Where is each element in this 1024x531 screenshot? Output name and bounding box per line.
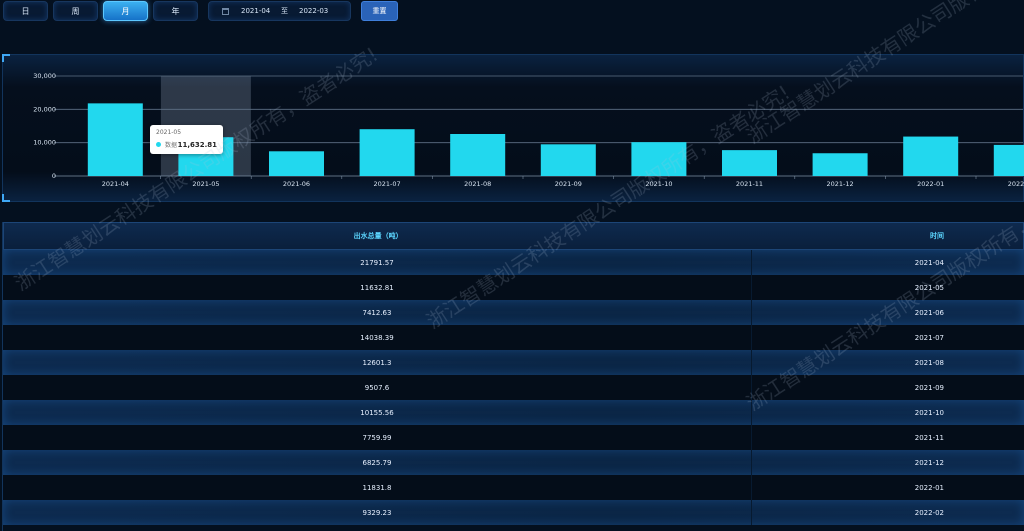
cell-time: 2021-06 <box>914 308 944 317</box>
table-row[interactable]: 11632.81 2021-05 <box>3 275 1024 300</box>
x-tick-label: 2021-05 <box>192 180 219 188</box>
header-time[interactable]: 时间 <box>752 231 1023 241</box>
chart-tooltip: 2021-05 数据 11,632.81 <box>150 125 223 154</box>
period-day-button[interactable]: 日 <box>3 1 48 21</box>
tooltip-series-name: 数据 <box>165 142 178 149</box>
x-tick-label: 2021-12 <box>827 180 854 188</box>
period-year-button[interactable]: 年 <box>153 1 198 21</box>
cell-water-total: 7412.63 <box>3 300 752 325</box>
y-tick-label: 20,000 <box>33 105 56 113</box>
data-table: 出水总量（吨） 时间 21791.57 2021-04 11632.81 2021-0… <box>2 222 1024 531</box>
tooltip-value: 11,632.81 <box>177 140 217 149</box>
reset-button[interactable]: 重置 <box>361 1 398 21</box>
series-marker-icon <box>156 142 161 147</box>
table-row[interactable]: 11831.8 2022-01 <box>3 475 1024 500</box>
filter-toolbar: 日 周 月 年 2021-04 至 2022-03 重置 <box>3 1 398 21</box>
x-tick-label: 2022-02 <box>1008 180 1024 188</box>
table-body: 21791.57 2021-04 11632.81 2021-05 7412.63 202… <box>3 250 1024 525</box>
x-tick-label: 2021-04 <box>102 180 129 188</box>
cell-water-total: 21791.57 <box>3 250 752 275</box>
period-month-button[interactable]: 月 <box>103 1 148 21</box>
table-row[interactable]: 14038.39 2021-07 <box>3 325 1024 350</box>
chart-bar <box>450 133 506 176</box>
chart-bar <box>993 144 1024 176</box>
tooltip-title: 2021-05 <box>156 129 182 136</box>
x-tick-label: 2021-10 <box>645 180 672 188</box>
y-tick-label: 30,000 <box>33 72 56 80</box>
cell-time: 2022-02 <box>914 508 944 517</box>
chart-bar <box>903 136 959 176</box>
cell-water-total: 7759.99 <box>3 425 752 450</box>
cell-time: 2021-12 <box>914 458 944 467</box>
cell-water-total: 12601.3 <box>3 350 752 375</box>
date-end-value[interactable]: 2022-03 <box>299 7 328 15</box>
table-row[interactable]: 10155.56 2021-10 <box>3 400 1024 425</box>
table-row[interactable]: 7412.63 2021-06 <box>3 300 1024 325</box>
chart-bar <box>812 153 868 176</box>
cell-water-total: 9329.23 <box>3 500 752 525</box>
x-tick-label: 2021-06 <box>283 180 310 188</box>
table-row[interactable]: 21791.57 2021-04 <box>3 250 1024 275</box>
x-tick-label: 2022-01 <box>917 180 944 188</box>
cell-time: 2021-09 <box>914 383 944 392</box>
y-tick-label: 0 <box>52 172 56 180</box>
cell-time: 2021-05 <box>914 283 944 292</box>
x-tick-label: 2021-09 <box>555 180 582 188</box>
cell-water-total: 9507.6 <box>3 375 752 400</box>
cell-time: 2021-04 <box>914 258 944 267</box>
cell-water-total: 11831.8 <box>3 475 752 500</box>
chart-bar <box>722 150 777 176</box>
cell-water-total: 10155.56 <box>3 400 752 425</box>
chart-bar <box>540 144 596 176</box>
chart-bar <box>631 142 687 176</box>
date-range-picker[interactable]: 2021-04 至 2022-03 <box>208 1 351 21</box>
x-tick-label: 2021-11 <box>736 180 763 188</box>
chart-bar <box>359 129 415 176</box>
y-tick-label: 10,000 <box>33 139 56 147</box>
date-range-separator: 至 <box>281 7 288 15</box>
cell-time: 2021-10 <box>914 408 944 417</box>
calendar-icon <box>222 7 229 15</box>
table-row[interactable]: 12601.3 2021-08 <box>3 350 1024 375</box>
cell-water-total: 6825.79 <box>3 450 752 475</box>
period-week-button[interactable]: 周 <box>53 1 98 21</box>
cell-water-total: 11632.81 <box>3 275 752 300</box>
cell-time: 2021-11 <box>914 433 944 442</box>
chart-bar <box>269 151 324 176</box>
cell-water-total: 14038.39 <box>3 325 752 350</box>
date-start-value[interactable]: 2021-04 <box>241 7 281 15</box>
x-tick-label: 2021-08 <box>464 180 491 188</box>
cell-time: 2021-07 <box>914 333 944 342</box>
x-tick-label: 2021-07 <box>374 180 401 188</box>
table-row[interactable]: 6825.79 2021-12 <box>3 450 1024 475</box>
header-water-total[interactable]: 出水总量（吨） <box>4 231 752 241</box>
table-row[interactable]: 9507.6 2021-09 <box>3 375 1024 400</box>
cell-time: 2021-08 <box>914 358 944 367</box>
table-row[interactable]: 7759.99 2021-11 <box>3 425 1024 450</box>
chart-bar <box>87 103 143 176</box>
table-row[interactable]: 9329.23 2022-02 <box>3 500 1024 525</box>
table-header: 出水总量（吨） 时间 <box>3 222 1024 250</box>
cell-time: 2022-01 <box>914 483 944 492</box>
